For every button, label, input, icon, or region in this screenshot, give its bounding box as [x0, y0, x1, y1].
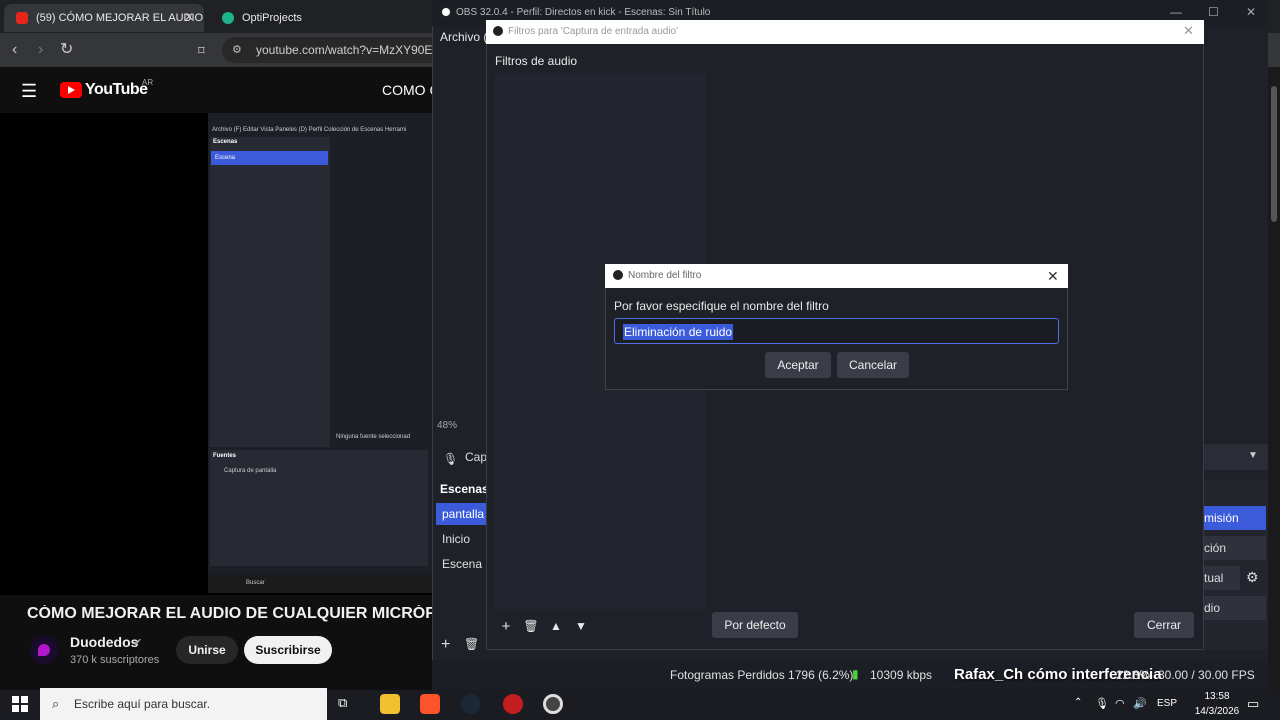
windows-start-icon[interactable] — [12, 696, 28, 712]
close-icon[interactable]: ✕ — [1246, 5, 1256, 19]
filter-name-title: Nombre del filtro — [628, 270, 702, 281]
youtube-play-icon — [60, 82, 82, 98]
menu-icon[interactable]: ☰ — [21, 81, 37, 102]
notifications-icon[interactable]: ▭ — [1247, 696, 1259, 712]
obs-logo-icon — [613, 270, 623, 280]
embedded-no-source: Ninguna fuente seleccionad — [336, 434, 411, 440]
bookmark-icon[interactable]: ⌑ — [198, 43, 205, 59]
scenes-title: Escenas — [440, 482, 489, 496]
country-code: AR — [142, 78, 154, 87]
defaults-button[interactable]: Por defecto — [712, 612, 798, 638]
add-filter-icon[interactable]: + — [495, 615, 517, 637]
tab-label: OptiProjects — [242, 12, 302, 24]
menu-archivo[interactable]: Archivo ( — [440, 30, 487, 44]
video-title: CÓMO MEJORAR EL AUDIO DE CUALQUIER MICRÓ… — [27, 605, 435, 622]
subscribe-button[interactable]: Suscribirse — [244, 636, 332, 664]
dropped-frames: Fotogramas Perdidos 1796 (6.2%) — [670, 668, 854, 682]
brave-browser-icon[interactable] — [420, 694, 440, 714]
fps: 30.00 / 30.00 FPS — [1158, 668, 1255, 682]
cancel-button[interactable]: Cancelar — [837, 352, 909, 378]
virtual-camera-button[interactable]: tual — [1204, 566, 1240, 590]
chevron-down-icon: ▼ — [1248, 450, 1258, 461]
remove-scene-icon[interactable]: 🗑 — [464, 637, 479, 651]
embedded-menu: Archivo (F) Editar Vista Paneles (D) Per… — [212, 127, 407, 133]
studio-mode-button[interactable]: dio — [1204, 596, 1266, 620]
embedded-taskbar — [208, 575, 432, 593]
obs-logo-icon — [440, 6, 452, 18]
obs-logo-icon — [493, 26, 503, 36]
audio-filters-heading: Filtros de audio — [495, 54, 578, 68]
filter-name-value: Eliminación de ruido — [623, 324, 734, 340]
clock-time[interactable]: 13:58 — [1192, 691, 1242, 702]
chevron-up-icon[interactable]: ⌃ — [1074, 697, 1082, 708]
tab-label: (59) CÓMO MEJORAR EL AUDIO — [36, 12, 204, 24]
scene-item-inicio[interactable]: Inicio — [436, 528, 486, 550]
recording-app-icon[interactable] — [503, 694, 523, 714]
start-recording-button[interactable]: ción — [1204, 536, 1266, 560]
embedded-sources-title: Fuentes — [213, 453, 237, 459]
obs-taskbar-icon[interactable] — [543, 694, 563, 714]
embedded-search: Buscar — [246, 580, 265, 586]
scrollbar-thumb[interactable] — [1271, 86, 1277, 222]
steam-icon[interactable] — [461, 694, 481, 714]
tab-optiprojects[interactable]: OptiProjects — [210, 4, 410, 32]
gear-icon[interactable]: ⚙ — [1246, 569, 1259, 586]
url-text: youtube.com/watch?v=MzXY90E7c — [256, 43, 446, 57]
verified-icon: ✔ — [133, 637, 143, 649]
remove-filter-icon[interactable]: 🗑 — [520, 615, 542, 637]
embedded-scenes-title: Escenas — [213, 139, 238, 145]
filter-name-prompt: Por favor especifique el nombre del filt… — [614, 299, 829, 313]
bitrate: 10309 kbps — [870, 668, 933, 682]
forward-icon[interactable]: › — [38, 42, 43, 58]
cpu-usage: 22.3% — [1116, 668, 1151, 682]
taskbar-search-placeholder: Escribe aquí para buscar. — [74, 697, 211, 711]
start-streaming-button[interactable]: misión — [1204, 506, 1266, 530]
obs-dropdown[interactable] — [1204, 444, 1268, 470]
file-explorer-icon[interactable] — [380, 694, 400, 714]
header-cut-text: COMO C — [382, 82, 440, 98]
minimize-icon[interactable]: — — [1170, 5, 1182, 19]
close-icon[interactable]: ✕ — [184, 10, 194, 24]
close-button[interactable]: Cerrar — [1134, 612, 1194, 638]
embedded-scene-selected: Escena — [211, 151, 328, 165]
optiprojects-favicon-icon — [222, 12, 234, 24]
embedded-scenes-panel — [210, 137, 330, 447]
microphone-tray-icon[interactable]: 🎙 — [1095, 697, 1109, 710]
back-icon[interactable]: ‹ — [12, 42, 17, 58]
taskbar-search[interactable]: Escribe aquí para buscar. — [40, 688, 327, 720]
close-icon[interactable]: ✕ — [1183, 23, 1194, 39]
add-scene-icon[interactable]: + — [441, 636, 450, 654]
tab-youtube[interactable]: (59) CÓMO MEJORAR EL AUDIO ✕ — [4, 4, 204, 32]
scene-item-escena[interactable]: Escena — [436, 553, 486, 575]
youtube-logo-text: YouTube — [85, 81, 148, 98]
reload-icon[interactable]: ↻ — [60, 42, 73, 58]
subscriber-count: 370 k suscriptores — [70, 654, 160, 666]
language-indicator[interactable]: ESP — [1157, 698, 1177, 709]
youtube-favicon-icon — [16, 12, 28, 24]
zoom-level: 48% — [437, 420, 458, 431]
task-view-icon[interactable]: ⧉ — [338, 695, 347, 711]
wifi-icon[interactable]: ◠ — [1115, 697, 1125, 710]
accept-button[interactable]: Aceptar — [765, 352, 831, 378]
obs-window-title: OBS 32.0.4 - Perfil: Directos en kick - … — [456, 7, 711, 18]
close-icon[interactable]: ✕ — [1047, 268, 1059, 285]
channel-name[interactable]: Duodedos — [70, 634, 138, 650]
microphone-icon: 🎙 — [443, 452, 459, 466]
move-up-icon[interactable]: ▲ — [545, 615, 567, 637]
filters-dialog-title: Filtros para 'Captura de entrada audio' — [508, 26, 679, 37]
channel-avatar[interactable] — [30, 636, 58, 664]
scene-item-pantalla[interactable]: pantalla — [436, 503, 486, 525]
join-button[interactable]: Unirse — [176, 636, 238, 664]
youtube-logo[interactable]: YouTube — [60, 81, 148, 99]
maximize-icon[interactable]: ☐ — [1208, 5, 1219, 19]
volume-icon[interactable]: 🔊 — [1133, 697, 1147, 710]
signal-icon: ▮ — [852, 667, 859, 681]
embedded-source-item: Captura de pantalla — [224, 468, 277, 474]
clock-date[interactable]: 14/3/2026 — [1187, 706, 1247, 717]
search-icon: ⌕ — [52, 696, 60, 711]
move-down-icon[interactable]: ▼ — [570, 615, 592, 637]
site-info-icon[interactable]: ⚙ — [232, 43, 242, 56]
